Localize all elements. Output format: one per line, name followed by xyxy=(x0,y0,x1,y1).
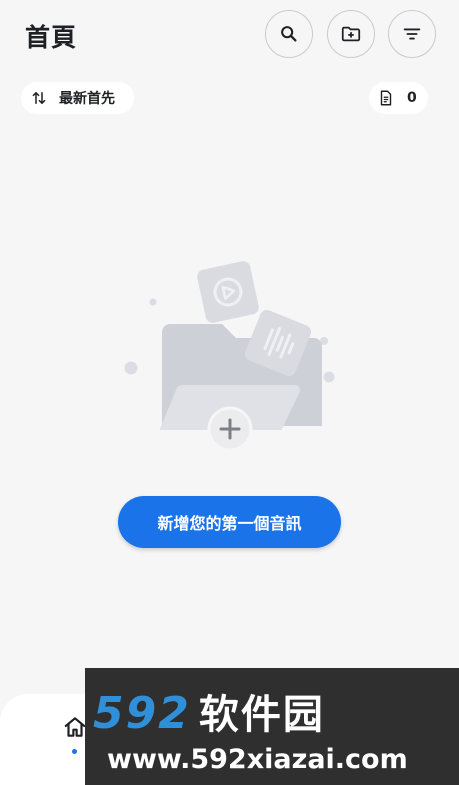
active-tab-indicator xyxy=(72,749,77,754)
sort-chip-label: 最新首先 xyxy=(59,91,115,107)
file-count: 0 xyxy=(407,90,417,106)
create-folder-icon xyxy=(341,26,361,42)
document-icon xyxy=(380,90,392,106)
search-icon xyxy=(281,26,297,42)
sort-arrows-icon xyxy=(32,92,46,104)
watermark-logo: 592 软件园 xyxy=(93,688,325,739)
filter-button[interactable] xyxy=(388,10,436,58)
file-count-chip[interactable]: 0 xyxy=(369,82,428,114)
watermark-overlay: 592 软件园 www.592xiazai.com xyxy=(85,668,459,785)
watermark-url: www.592xiazai.com xyxy=(107,744,408,775)
create-folder-button[interactable] xyxy=(327,10,375,58)
search-button[interactable] xyxy=(265,10,313,58)
add-first-audio-button[interactable]: 新增您的第一個音訊 xyxy=(118,496,341,548)
filter-icon xyxy=(403,28,421,40)
folder-with-audio-files-icon xyxy=(124,261,335,452)
page-title: 首頁 xyxy=(25,23,78,52)
sort-chip[interactable]: 最新首先 xyxy=(21,82,134,114)
